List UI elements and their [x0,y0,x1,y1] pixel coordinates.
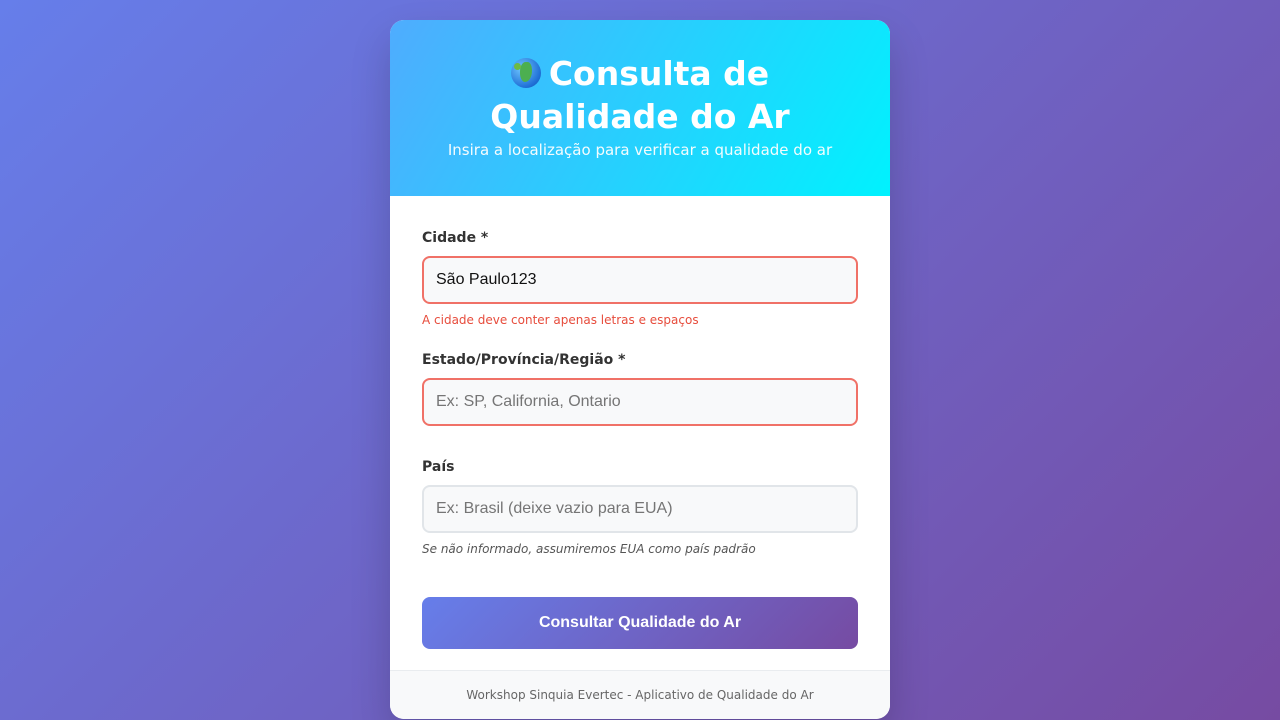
page-title: Consulta de Qualidade do Ar [430,52,850,138]
city-input[interactable] [422,256,858,304]
state-label: Estado/Província/Região * [422,352,626,368]
location-form: Cidade * A cidade deve conter apenas let… [390,196,890,649]
country-label: País [422,459,455,475]
state-input[interactable] [422,378,858,426]
page-subtitle: Insira a localização para verificar a qu… [447,141,833,159]
globe-icon [510,58,541,88]
city-label: Cidade * [422,230,489,246]
country-hint: Se não informado, assumiremos EUA como p… [422,542,756,556]
city-error-message: A cidade deve conter apenas letras e esp… [422,313,699,327]
card-header: Consulta de Qualidade do Ar Insira a loc… [390,20,890,196]
air-quality-card: Consulta de Qualidade do Ar Insira a loc… [390,20,890,719]
country-input[interactable] [422,485,858,533]
footer: Workshop Sinquia Evertec - Aplicativo de… [390,670,890,719]
submit-button[interactable]: Consultar Qualidade do Ar [422,597,858,649]
